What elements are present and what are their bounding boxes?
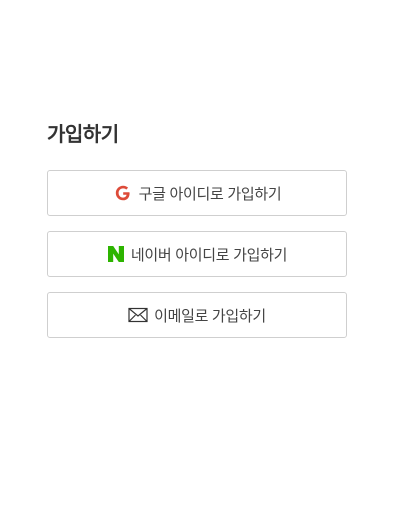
page-title: 가입하기 — [47, 122, 119, 146]
naver-signup-button[interactable]: 네이버 아이디로 가입하기 — [47, 231, 347, 277]
email-signup-label: 이메일로 가입하기 — [154, 307, 266, 325]
email-signup-button[interactable]: 이메일로 가입하기 — [47, 292, 347, 338]
envelope-icon — [128, 307, 148, 323]
google-signup-label: 구글 아이디로 가입하기 — [138, 185, 282, 203]
google-g-icon — [113, 183, 133, 203]
naver-n-icon — [107, 245, 125, 263]
naver-signup-label: 네이버 아이디로 가입하기 — [130, 246, 288, 264]
signup-section: 가입하기 구글 아이디로 가입하기 네이버 아이디로 가입하기 이메일로 가입하… — [47, 119, 347, 338]
google-signup-button[interactable]: 구글 아이디로 가입하기 — [47, 170, 347, 216]
